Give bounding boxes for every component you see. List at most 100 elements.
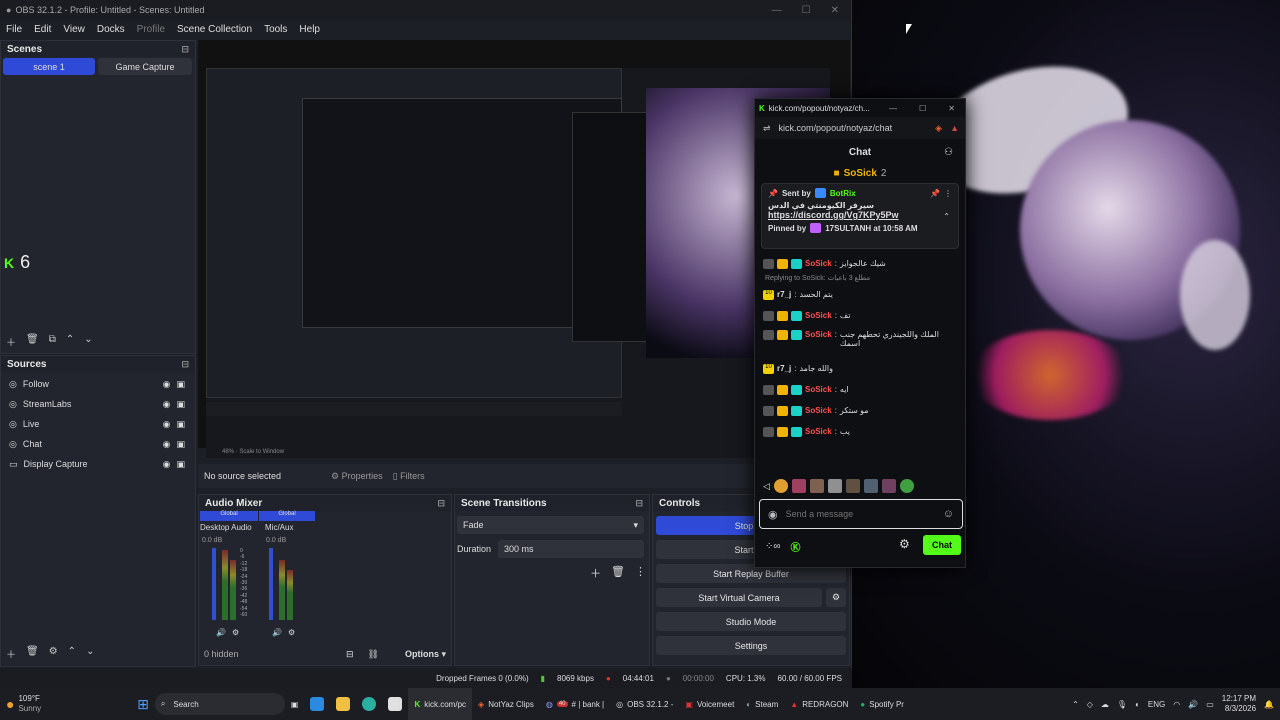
- scene-item[interactable]: Game Capture: [98, 58, 192, 75]
- gear-icon[interactable]: ⚙: [288, 628, 295, 637]
- volume-slider[interactable]: [269, 548, 273, 620]
- layout-icon[interactable]: ⊟: [346, 649, 354, 660]
- emote-icon[interactable]: [791, 479, 806, 493]
- taskbar-app-voicemeeter[interactable]: ▣ Voicemeet: [679, 688, 740, 720]
- close-icon[interactable]: ✕: [831, 5, 839, 16]
- preview-canvas[interactable]: [198, 40, 850, 458]
- app-icon[interactable]: [304, 688, 330, 720]
- edge-icon[interactable]: [356, 688, 382, 720]
- smile-icon[interactable]: ☺: [943, 508, 954, 520]
- emote-icon[interactable]: [899, 479, 914, 493]
- search-box[interactable]: ⌕ Search: [154, 693, 285, 715]
- start-virtual-camera-button[interactable]: Start Virtual Camera: [656, 588, 822, 607]
- eye-icon[interactable]: ◉: [163, 379, 171, 390]
- emote-icon[interactable]: [827, 479, 842, 493]
- maximize-icon[interactable]: ☐: [919, 104, 926, 113]
- kick-points-icon[interactable]: Ⓚ: [791, 539, 801, 554]
- cloud-icon[interactable]: ☁: [1101, 700, 1109, 709]
- trash-icon[interactable]: 🗑: [26, 334, 39, 349]
- speaker-icon[interactable]: 🔊: [272, 628, 282, 637]
- taskbar-app-obs[interactable]: ◎ OBS 32.1.2 -: [610, 688, 679, 720]
- link-icon[interactable]: ⛓: [368, 649, 379, 660]
- up-icon[interactable]: ⌃: [68, 646, 76, 661]
- duration-input[interactable]: 300 ms: [498, 540, 644, 558]
- lock-icon[interactable]: ▣: [176, 459, 185, 470]
- more-icon[interactable]: ⋮: [944, 189, 952, 198]
- emote-icon[interactable]: [773, 479, 788, 493]
- username[interactable]: r7_j: [777, 364, 791, 373]
- store-icon[interactable]: [382, 688, 408, 720]
- add-icon[interactable]: ＋: [590, 565, 601, 581]
- eye-icon[interactable]: ◉: [163, 399, 171, 410]
- start-button[interactable]: ⊞: [131, 688, 155, 720]
- source-item[interactable]: ◎ Chat ◉ ▣: [1, 434, 195, 454]
- trash-icon[interactable]: 🗑: [26, 646, 39, 661]
- close-icon[interactable]: ✕: [948, 104, 955, 113]
- audio-channel-name[interactable]: Desktop Audio: [200, 523, 252, 532]
- menu-docks[interactable]: Docks: [97, 24, 125, 35]
- username[interactable]: SoSick: [805, 330, 832, 339]
- username[interactable]: SoSick: [805, 427, 832, 436]
- steam-tray-icon[interactable]: ◐: [1135, 700, 1140, 709]
- volume-slider[interactable]: [212, 548, 216, 620]
- notification-icon[interactable]: 🔔: [1264, 700, 1274, 709]
- more-icon[interactable]: ⋮: [635, 565, 646, 581]
- menu-edit[interactable]: Edit: [34, 24, 51, 35]
- popout-icon[interactable]: ⊟: [437, 498, 445, 509]
- popout-icon[interactable]: ⊟: [635, 498, 643, 509]
- chevron-up-icon[interactable]: ⌃: [943, 212, 950, 221]
- source-item[interactable]: ▭ Display Capture ◉ ▣: [1, 454, 195, 474]
- scene-item[interactable]: scene 1: [3, 58, 95, 75]
- emote-icon[interactable]: [809, 479, 824, 493]
- explorer-icon[interactable]: [330, 688, 356, 720]
- gear-icon[interactable]: ⚙: [826, 588, 846, 607]
- eye-icon[interactable]: ◉: [163, 419, 171, 430]
- username[interactable]: SoSick: [805, 311, 832, 320]
- source-item[interactable]: ◎ StreamLabs ◉ ▣: [1, 394, 195, 414]
- volume-icon[interactable]: 🔊: [1188, 700, 1198, 709]
- brave-shield-icon[interactable]: ◈: [935, 123, 942, 134]
- settings-button[interactable]: Settings: [656, 636, 846, 655]
- emote-picker-icon[interactable]: ◉: [768, 508, 778, 521]
- taskbar-app-steam[interactable]: ◐ Steam: [740, 688, 784, 720]
- menu-help[interactable]: Help: [299, 24, 320, 35]
- trash-icon[interactable]: 🗑: [611, 565, 625, 581]
- transition-select[interactable]: Fade ▾: [457, 516, 644, 534]
- wifi-icon[interactable]: ◠: [1173, 700, 1180, 709]
- pin-icon[interactable]: 📌: [930, 189, 940, 198]
- username[interactable]: r7_j: [777, 290, 791, 299]
- popout-icon[interactable]: ⊟: [181, 359, 189, 370]
- pinned-link[interactable]: https://discord.gg/Vg7KPy5Pw: [768, 210, 952, 220]
- username[interactable]: SoSick: [805, 259, 832, 268]
- site-info-icon[interactable]: ⇌: [763, 123, 771, 134]
- gear-icon[interactable]: ⚙: [232, 628, 239, 637]
- lock-icon[interactable]: ▣: [176, 379, 185, 390]
- emote-arrow-icon[interactable]: ◁: [763, 481, 770, 492]
- points-icon[interactable]: ⁘∞: [765, 541, 781, 552]
- minimize-icon[interactable]: —: [889, 104, 897, 113]
- menu-tools[interactable]: Tools: [264, 24, 287, 35]
- down-icon[interactable]: ⌄: [86, 646, 94, 661]
- menu-file[interactable]: File: [6, 24, 22, 35]
- add-icon[interactable]: ＋: [6, 646, 16, 661]
- taskbar-app-brave[interactable]: ◈ NotYaz Clips: [472, 688, 540, 720]
- lock-icon[interactable]: ▣: [176, 439, 185, 450]
- taskbar-app-kick[interactable]: Kkick.com/pc: [408, 688, 473, 720]
- network-icon[interactable]: ◇: [1087, 700, 1093, 709]
- up-icon[interactable]: ⌃: [66, 334, 74, 349]
- gear-icon[interactable]: ⚙: [49, 646, 58, 661]
- audio-channel-name[interactable]: Mic/Aux: [265, 523, 293, 532]
- minimize-icon[interactable]: —: [772, 5, 782, 16]
- emote-icon[interactable]: [881, 479, 896, 493]
- speaker-icon[interactable]: 🔊: [216, 628, 226, 637]
- eye-icon[interactable]: ◉: [163, 459, 171, 470]
- source-item[interactable]: ◎ Live ◉ ▣: [1, 414, 195, 434]
- filters-button[interactable]: ▯ Filters: [393, 471, 425, 482]
- options-button[interactable]: Options ▾: [405, 649, 446, 660]
- popout-icon[interactable]: ⊟: [181, 44, 189, 55]
- chevron-up-icon[interactable]: ⌃: [1072, 700, 1079, 709]
- emote-icon[interactable]: [845, 479, 860, 493]
- battery-icon[interactable]: ▭: [1206, 700, 1214, 709]
- weather-widget[interactable]: ● 109°F Sunny: [0, 688, 47, 720]
- chat-send-button[interactable]: Chat: [923, 535, 961, 555]
